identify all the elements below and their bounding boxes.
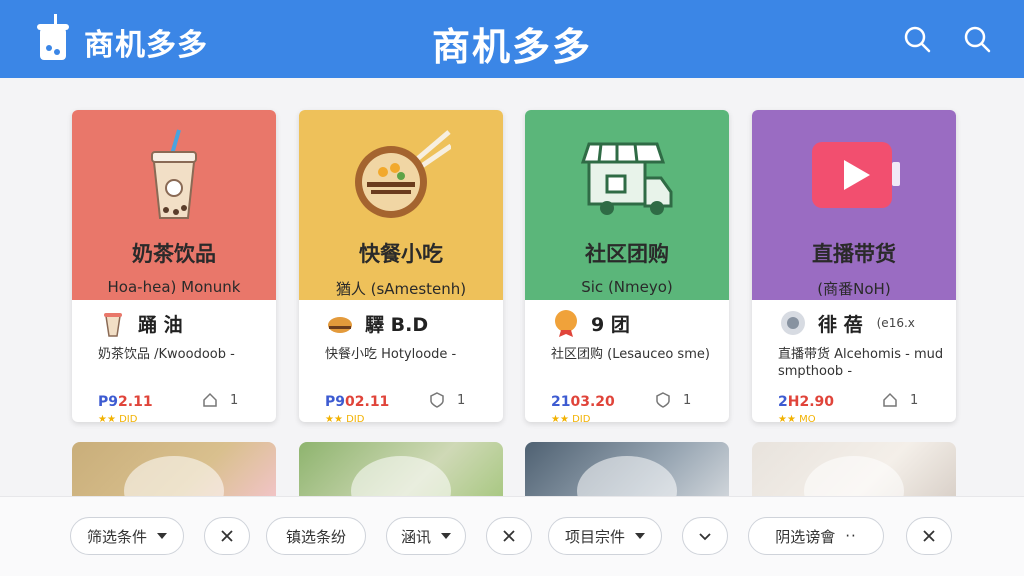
close-icon: [503, 530, 515, 542]
food-bowl-chopsticks-icon: [355, 130, 451, 218]
clear-filter-button[interactable]: [204, 517, 250, 555]
store-description: 直播带货 Alcehomis - mud smpthoob -: [778, 347, 944, 379]
store-name: 踊 油: [138, 313, 183, 336]
chevron-down-icon: [699, 533, 711, 541]
price-prefix: 2: [778, 394, 788, 410]
category-card-community-group-buy[interactable]: 社区团购 Sic (Nmeyo) 9 团 社区团购 (Lesauceo sme)…: [525, 110, 729, 422]
price-value: H2.90: [787, 394, 835, 410]
close-icon: [221, 530, 233, 542]
stat-count: 1: [683, 392, 692, 408]
price: 2H2.90: [778, 394, 834, 410]
content-area: 奶茶饮品 Hoa-hea) Monunk 踊 油 奶茶饮品 /Kwoodoob …: [0, 78, 1024, 502]
category-card-fast-food[interactable]: 快餐小吃 猶人 (sAmestenh) 驛 B.D 快餐小吃 Hotyloode…: [299, 110, 503, 422]
play-video-icon: [812, 142, 900, 208]
store-name: 徘 蓓: [818, 313, 863, 336]
home-icon: [203, 392, 217, 407]
caret-down-icon: [157, 533, 167, 539]
card-header: 快餐小吃 猶人 (sAmestenh): [299, 110, 503, 300]
filter-label: 筛选条件: [86, 527, 147, 546]
store-extra: (e16.x: [876, 316, 915, 330]
price-prefix: P9: [98, 394, 119, 410]
store-truck-icon: [580, 142, 673, 215]
stats: 1: [202, 392, 238, 408]
store-name: 9 团: [591, 313, 630, 336]
clear-filter-button[interactable]: [906, 517, 952, 555]
card-body: 9 团 社区团购 (Lesauceo sme) 2103.20 1 ★★ DID: [525, 300, 729, 422]
card-header: 直播带货 (商番NoH): [752, 110, 956, 300]
home-icon: [883, 392, 897, 407]
card-subtitle: 猶人 (sAmestenh): [335, 280, 467, 298]
store-description: 奶茶饮品 /Kwoodoob -: [98, 347, 235, 362]
camera-mini-icon: [781, 311, 805, 335]
food-photo-card[interactable]: [299, 442, 503, 502]
more-icon: ··: [845, 527, 857, 545]
price-value: 2.11: [118, 394, 153, 410]
food-photo-card[interactable]: [525, 442, 729, 502]
search-icon[interactable]: [962, 24, 992, 54]
stat-count: 1: [910, 392, 919, 408]
food-photo-card[interactable]: [72, 442, 276, 502]
card-category: 社区团购: [585, 242, 669, 266]
filter-option[interactable]: 镇选条纷: [266, 517, 366, 555]
rating: ★★ DID: [98, 414, 138, 422]
category-card-milk-tea[interactable]: 奶茶饮品 Hoa-hea) Monunk 踊 油 奶茶饮品 /Kwoodoob …: [72, 110, 276, 422]
stats: 1: [655, 392, 691, 408]
price-value: 02.11: [345, 394, 390, 410]
milk-tea-cup-icon: [151, 129, 197, 219]
price-value: 03.20: [570, 394, 615, 410]
search-icon[interactable]: [902, 24, 932, 54]
page-title: 商机多多: [431, 25, 592, 69]
card-subtitle: Hoa-hea) Monunk: [107, 278, 241, 296]
card-body: 驛 B.D 快餐小吃 Hotyloode - P902.11 1 ★★ DID: [299, 300, 503, 423]
filter-label: 阴选谤會: [775, 527, 836, 546]
category-card-live-commerce[interactable]: 直播带货 (商番NoH) 徘 蓓 (e16.x 直播带货 Alcehomis -…: [752, 110, 956, 422]
shield-icon: [656, 392, 670, 408]
filter-dropdown-conditions[interactable]: 筛选条件: [70, 517, 184, 555]
rating: ★★ DID: [325, 414, 365, 422]
app-header: 商机多多 商机多多: [0, 0, 1024, 78]
card-body: 徘 蓓 (e16.x 直播带货 Alcehomis - mud smpthoob…: [752, 300, 956, 422]
price: 2103.20: [551, 394, 615, 410]
filter-more-options[interactable]: 阴选谤會 ··: [748, 517, 884, 555]
filter-label: 涵讯: [400, 527, 431, 546]
stat-count: 1: [230, 392, 239, 408]
card-header: 奶茶饮品 Hoa-hea) Monunk: [72, 110, 276, 300]
price: P902.11: [325, 394, 389, 410]
close-icon: [923, 530, 935, 542]
badge-mini-icon: [555, 310, 577, 337]
card-header: 社区团购 Sic (Nmeyo): [525, 110, 729, 300]
price-prefix: P9: [325, 394, 346, 410]
caret-down-icon: [635, 533, 645, 539]
card-category: 快餐小吃: [359, 242, 443, 266]
filter-label: 项目宗件: [564, 527, 625, 546]
card-category: 直播带货: [812, 242, 896, 266]
rating: ★★ MO: [778, 414, 816, 422]
stats: 1: [882, 392, 918, 408]
filter-bar: 筛选条件 镇选条纷 涵讯 项目宗件 阴选谤會 ··: [0, 496, 1024, 576]
stats: 1: [429, 392, 465, 408]
milk-tea-mini-icon: [104, 313, 122, 337]
filter-dropdown-info[interactable]: 涵讯: [386, 517, 466, 555]
card-subtitle: (商番NoH): [817, 280, 891, 298]
card-body: 踊 油 奶茶饮品 /Kwoodoob - P92.11 1 ★★ DID: [72, 300, 276, 422]
filter-dropdown-project[interactable]: 项目宗件: [548, 517, 662, 555]
store-description: 快餐小吃 Hotyloode -: [325, 347, 457, 362]
expand-filter-button[interactable]: [682, 517, 728, 555]
stat-count: 1: [457, 392, 466, 408]
card-subtitle: Sic (Nmeyo): [581, 278, 673, 296]
filter-label: 镇选条纷: [285, 527, 346, 546]
rating: ★★ DID: [551, 414, 591, 422]
clear-filter-button[interactable]: [486, 517, 532, 555]
store-name: 驛 B.D: [365, 313, 429, 336]
food-photo-card[interactable]: [752, 442, 956, 502]
price: P92.11: [98, 394, 153, 410]
price-prefix: 21: [551, 394, 571, 410]
caret-down-icon: [441, 533, 451, 539]
store-description: 社区团购 (Lesauceo sme): [551, 347, 710, 362]
shield-icon: [430, 392, 444, 408]
card-category: 奶茶饮品: [132, 242, 216, 266]
food-mini-icon: [328, 317, 352, 333]
